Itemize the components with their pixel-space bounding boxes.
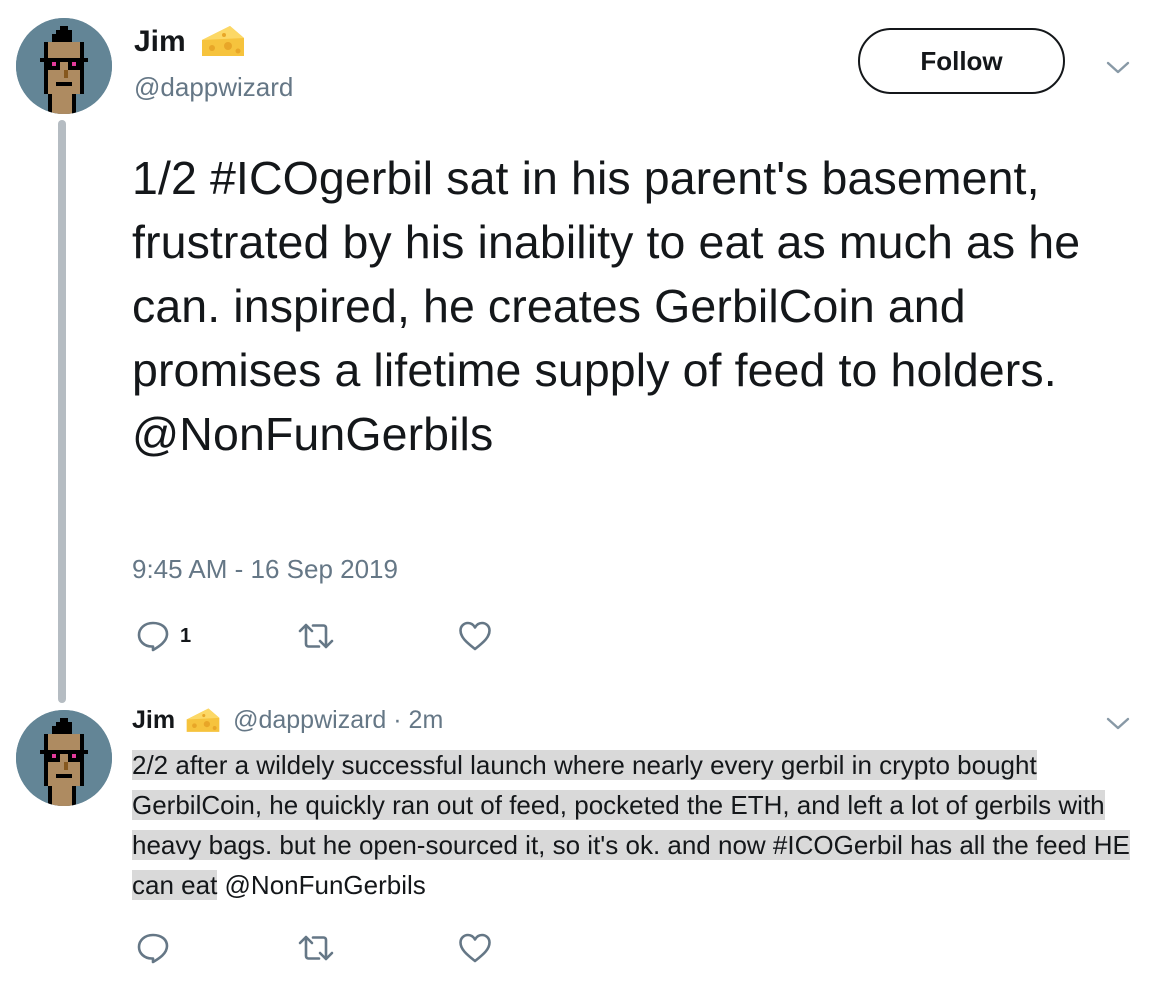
reply-handle-time[interactable]: @dappwizard · 2m	[233, 706, 443, 735]
tweet-text: 1/2 #ICOgerbil sat in his parent's basem…	[132, 152, 1081, 460]
chevron-down-icon[interactable]	[1106, 60, 1130, 76]
reply-count: 1	[180, 624, 192, 647]
chevron-down-icon[interactable]	[1106, 716, 1130, 732]
retweet-button[interactable]	[298, 934, 334, 962]
like-button[interactable]	[458, 620, 492, 652]
cheese-icon	[185, 707, 221, 735]
reply-button[interactable]	[136, 932, 170, 964]
reply-button[interactable]: 1	[136, 620, 191, 652]
punk-avatar-image	[16, 18, 112, 114]
like-icon	[459, 933, 491, 963]
reply-avatar[interactable]	[16, 710, 112, 806]
reply-icon	[137, 933, 169, 964]
retweet-icon	[298, 623, 334, 649]
author-name[interactable]: Jim	[134, 25, 186, 59]
author-name-row: Jim	[134, 24, 246, 60]
like-button[interactable]	[458, 932, 492, 964]
thread-connector-line	[58, 120, 66, 703]
reply-tweet-text: 2/2 after a wildely successful launch wh…	[132, 745, 1152, 905]
avatar[interactable]	[16, 18, 112, 114]
reply-author-row: Jim @dappwizard · 2m	[132, 706, 443, 735]
punk-avatar-image	[16, 710, 112, 806]
retweet-icon	[298, 935, 334, 961]
like-icon	[459, 621, 491, 651]
mention-link[interactable]: @NonFunGerbils	[217, 870, 426, 900]
tweet-timestamp[interactable]: 9:45 AM - 16 Sep 2019	[132, 554, 398, 585]
retweet-button[interactable]	[298, 622, 334, 650]
reply-author-name[interactable]: Jim	[132, 706, 175, 735]
cheese-icon	[200, 24, 246, 60]
follow-button[interactable]: Follow	[858, 28, 1065, 94]
reply-icon	[137, 621, 169, 652]
author-handle[interactable]: @dappwizard	[134, 72, 293, 103]
